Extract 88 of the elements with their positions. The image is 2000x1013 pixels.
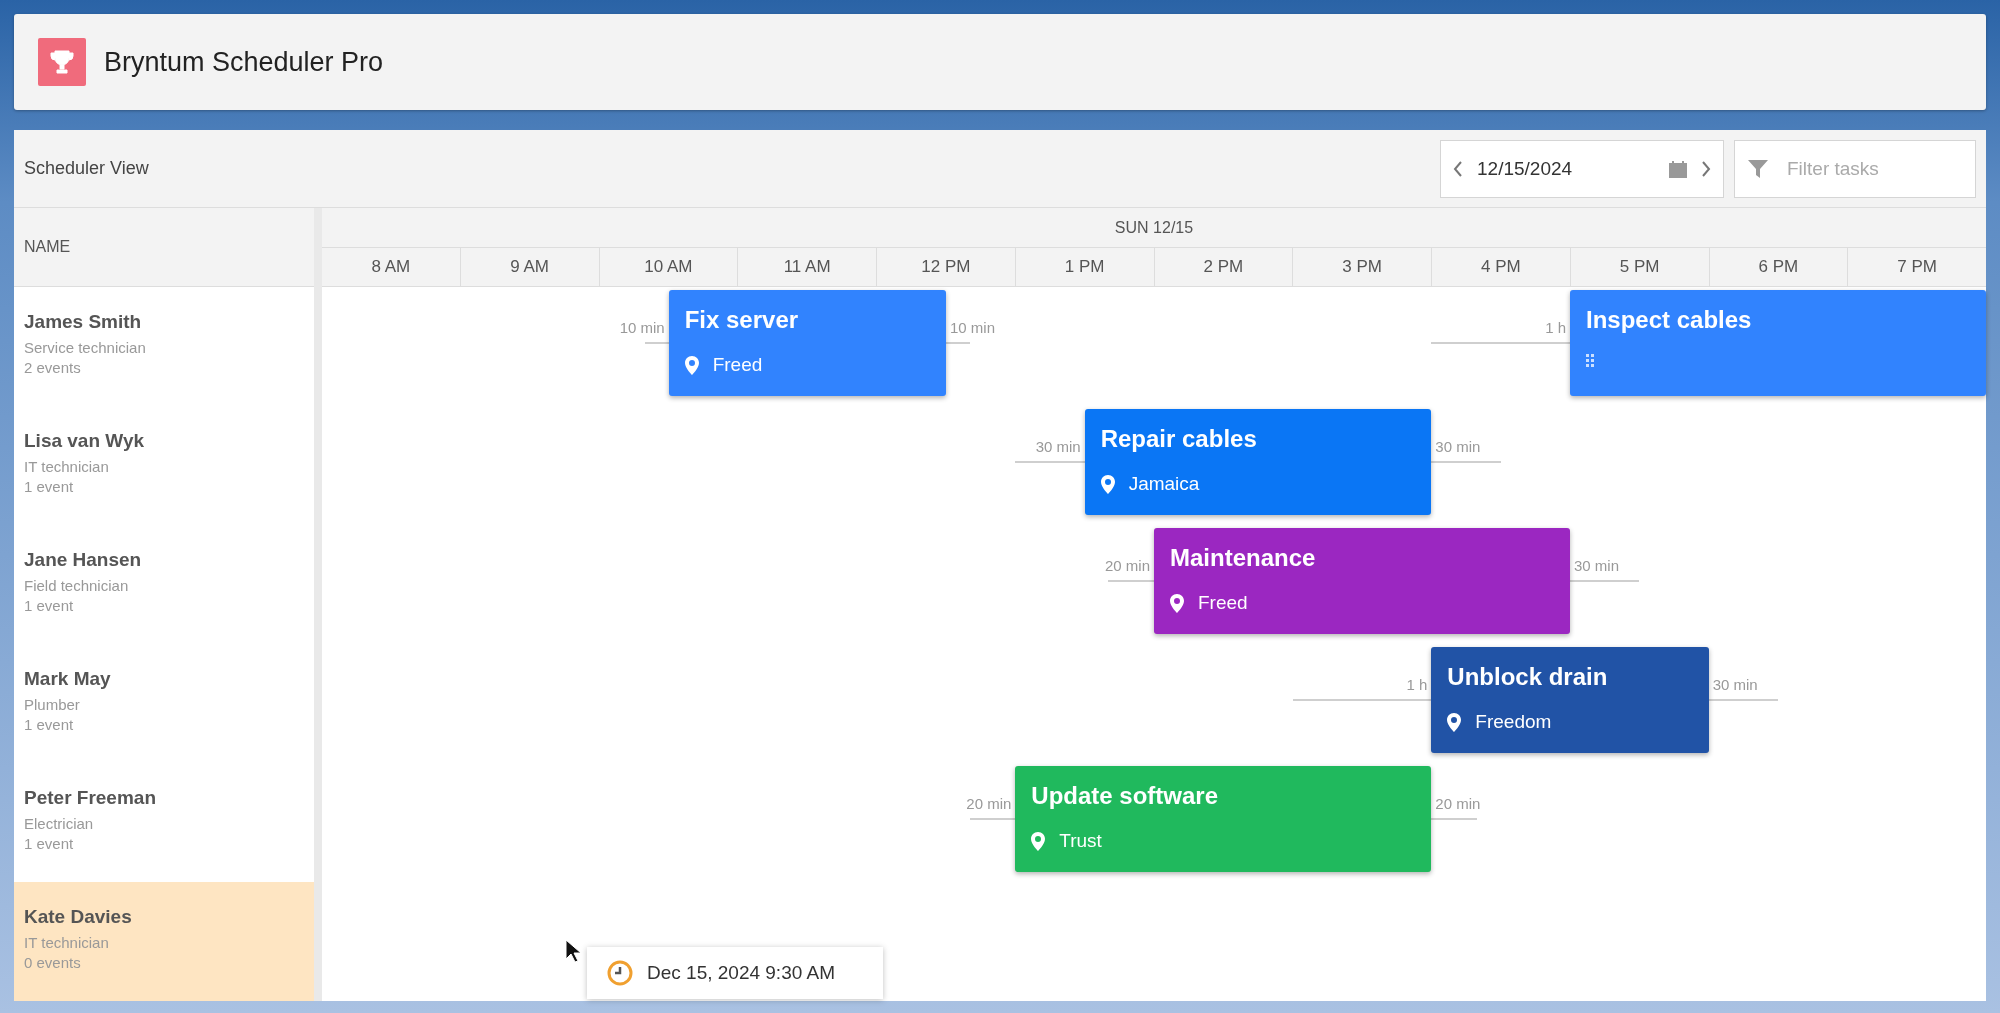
filter-icon — [1748, 159, 1768, 178]
buffer-label: 30 min — [1574, 557, 1620, 574]
event-bar[interactable]: Maintenance Freed — [1154, 528, 1570, 634]
hour-header: 1 PM — [1014, 248, 1154, 286]
hour-header: 5 PM — [1569, 248, 1709, 286]
buffer-line — [1431, 818, 1478, 820]
resource-role: Electrician — [24, 815, 95, 832]
buffer-label: 1 h — [1406, 676, 1428, 693]
buffer-line — [1708, 699, 1778, 701]
hour-header: 4 PM — [1431, 248, 1570, 286]
buffer-label: 1 h — [1545, 319, 1566, 336]
hour-header: 11 AM — [737, 248, 876, 286]
resource-name: Mark May — [24, 668, 112, 690]
resource-role: IT technician — [24, 934, 110, 951]
hour-header: 8 AM — [370, 256, 412, 278]
view-title: Scheduler View — [24, 158, 150, 179]
buffer-line — [1431, 461, 1501, 463]
event-count: 1 event — [24, 597, 75, 614]
resource-name: Peter Freeman — [24, 787, 157, 809]
hour-header: 2 PM — [1153, 248, 1293, 286]
event-count: 0 events — [24, 954, 82, 971]
chevron-left-icon — [1453, 160, 1463, 177]
chevron-right-icon — [1701, 160, 1711, 177]
event-count: 1 event — [24, 716, 75, 733]
buffer-label: 30 min — [1712, 676, 1758, 693]
hour-header: 7 PM — [1847, 248, 1986, 286]
app-title: Bryntum Scheduler Pro — [104, 46, 384, 78]
event-location: Trust — [1059, 830, 1102, 852]
location-pin-icon — [1031, 831, 1046, 851]
location-pin-icon — [1100, 474, 1115, 494]
event-count: 1 event — [24, 478, 75, 495]
resource-name: Lisa van Wyk — [24, 430, 146, 452]
day-header: SUN 12/15 — [322, 208, 1986, 248]
resource-role: Service technician — [24, 339, 147, 356]
location-pin-icon — [1170, 593, 1184, 613]
event-title: Update software — [1031, 782, 1220, 810]
calendar-icon — [1669, 159, 1687, 178]
event-bar[interactable]: Unblock drain Freedom — [1431, 647, 1709, 753]
buffer-line — [645, 342, 669, 344]
column-header[interactable]: NAME — [14, 208, 314, 287]
clock-icon — [607, 960, 633, 986]
event-location: Freed — [1198, 592, 1248, 614]
filter-field[interactable]: Filter tasks — [1734, 139, 1976, 198]
hour-header: 12 PM — [876, 248, 1015, 286]
buffer-label: 30 min — [1035, 438, 1081, 455]
resource-role: Plumber — [24, 696, 81, 713]
resource-name: James Smith — [24, 311, 143, 333]
resource-row[interactable]: Kate Davies IT technician 0 events — [14, 882, 314, 1001]
location-pin-icon — [684, 355, 699, 375]
event-location: Freed — [712, 354, 763, 376]
resource-role: Field technician — [24, 577, 130, 594]
event-title: Fix server — [684, 306, 800, 334]
event-bar[interactable]: Inspect cables — [1570, 290, 1986, 396]
event-location: Jamaica — [1128, 473, 1200, 495]
event-location: Freedom — [1475, 711, 1552, 733]
buffer-line — [946, 342, 970, 344]
hour-header: 3 PM — [1292, 248, 1431, 286]
hour-header: 6 PM — [1708, 248, 1848, 286]
buffer-line — [969, 818, 1016, 820]
event-bar[interactable]: Fix server Freed — [668, 290, 946, 396]
buffer-label: 10 min — [619, 319, 665, 336]
event-title: Unblock drain — [1447, 663, 1609, 691]
date-field[interactable]: 12/15/2024 — [1440, 139, 1724, 198]
tooltip-text: Dec 15, 2024 9:30 AM — [647, 962, 835, 984]
location-pin-icon — [1447, 712, 1462, 732]
event-title: Maintenance — [1170, 544, 1317, 572]
trophy-logo-icon — [38, 38, 86, 86]
buffer-line — [1570, 580, 1640, 582]
resource-role: IT technician — [24, 458, 110, 475]
buffer-label: 20 min — [966, 795, 1012, 812]
event-bar[interactable]: Repair cables Jamaica — [1084, 409, 1432, 515]
hour-header: 10 AM — [598, 248, 738, 286]
buffer-label: 10 min — [950, 319, 996, 336]
event-title: Inspect cables — [1586, 306, 1753, 334]
buffer-label: 20 min — [1104, 557, 1150, 574]
buffer-line — [1015, 461, 1085, 463]
event-title: Repair cables — [1100, 425, 1258, 453]
resource-name: Jane Hansen — [24, 549, 143, 571]
mouse-cursor-icon — [565, 939, 581, 963]
buffer-label: 20 min — [1435, 795, 1481, 812]
event-count: 1 event — [24, 835, 75, 852]
buffer-label: 30 min — [1435, 438, 1481, 455]
resource-name: Kate Davies — [24, 906, 133, 928]
drag-handle-icon — [1586, 354, 1594, 368]
buffer-line — [1108, 580, 1154, 582]
hour-header: 9 AM — [459, 248, 599, 286]
splitter-bar[interactable] — [314, 208, 322, 1001]
event-count: 2 events — [24, 359, 82, 376]
